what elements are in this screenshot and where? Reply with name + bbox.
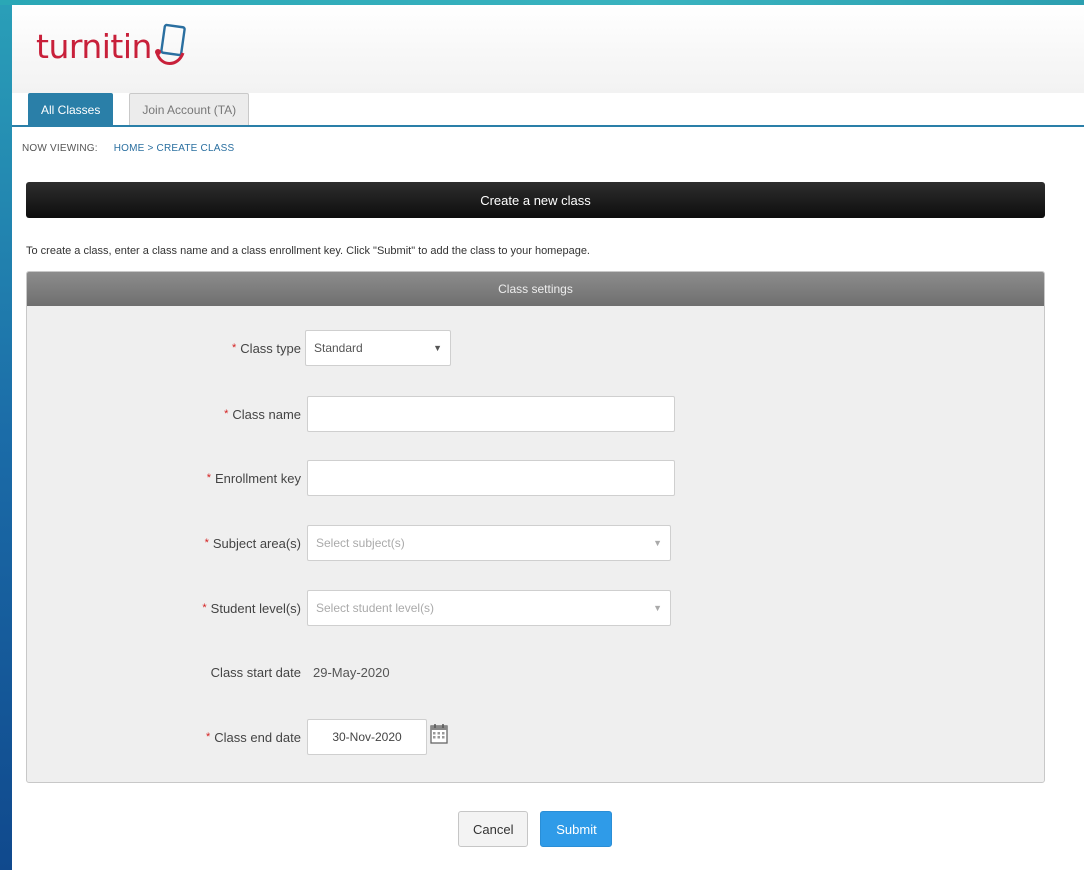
required-marker: * bbox=[224, 408, 229, 420]
calendar-icon[interactable] bbox=[430, 723, 448, 745]
student-levels-label-text: Student level(s) bbox=[210, 600, 301, 616]
student-levels-select[interactable]: Select student level(s) ▼ bbox=[307, 590, 671, 626]
subject-areas-select[interactable]: Select subject(s) ▼ bbox=[307, 525, 671, 561]
breadcrumb-prefix: NOW VIEWING: bbox=[22, 143, 98, 154]
logo-text: turnitin bbox=[36, 26, 152, 66]
enrollment-key-label: * Enrollment key bbox=[207, 460, 301, 496]
student-levels-label: * Student level(s) bbox=[202, 590, 301, 626]
required-marker: * bbox=[204, 537, 209, 549]
subject-areas-label: * Subject area(s) bbox=[205, 525, 301, 561]
required-marker: * bbox=[206, 472, 212, 484]
student-levels-row: * Student level(s) Select student level(… bbox=[27, 590, 1046, 626]
class-settings-panel: Class settings * Class type Standard ▼ *… bbox=[26, 271, 1045, 783]
end-date-label: * Class end date bbox=[206, 719, 301, 755]
subject-areas-label-text: Subject area(s) bbox=[212, 535, 301, 551]
tab-join-account-ta[interactable]: Join Account (TA) bbox=[129, 93, 250, 126]
page: turnitin All Classes Join Account (TA) N… bbox=[12, 5, 1084, 870]
class-name-row: * Class name bbox=[27, 396, 1046, 432]
class-type-select[interactable]: Standard ▼ bbox=[305, 330, 451, 366]
page-title-bar: Create a new class bbox=[26, 182, 1045, 218]
class-name-label-text: Class name bbox=[232, 406, 301, 422]
cancel-button[interactable]: Cancel bbox=[458, 811, 529, 847]
subject-areas-row: * Subject area(s) Select subject(s) ▼ bbox=[27, 525, 1046, 561]
start-date-row: Class start date 29-May-2020 bbox=[27, 654, 1046, 690]
submit-button[interactable]: Submit bbox=[540, 811, 613, 847]
class-name-input[interactable] bbox=[307, 396, 675, 432]
enrollment-key-input[interactable] bbox=[307, 460, 675, 496]
breadcrumb: NOW VIEWING: HOME > CREATE CLASS bbox=[22, 143, 234, 154]
end-date-input[interactable]: 30-Nov-2020 bbox=[307, 719, 427, 755]
class-type-row: * Class type Standard ▼ bbox=[27, 330, 1046, 366]
required-marker: * bbox=[232, 342, 237, 354]
tab-bar: All Classes Join Account (TA) bbox=[28, 93, 265, 126]
turnitin-logo[interactable]: turnitin bbox=[36, 21, 188, 71]
class-type-value: Standard bbox=[314, 341, 363, 355]
student-levels-placeholder: Select student level(s) bbox=[316, 601, 435, 615]
required-marker: * bbox=[202, 602, 207, 614]
panel-title: Class settings bbox=[498, 282, 573, 296]
end-date-row: * Class end date 30-Nov-2020 bbox=[27, 719, 1046, 755]
enrollment-key-label-text: Enrollment key bbox=[215, 470, 301, 486]
panel-header: Class settings bbox=[27, 272, 1044, 306]
start-date-value: 29-May-2020 bbox=[313, 664, 390, 680]
tab-divider bbox=[12, 125, 1084, 127]
class-name-label: * Class name bbox=[224, 396, 301, 432]
class-type-label: * Class type bbox=[232, 330, 301, 366]
logo-mark-icon bbox=[154, 23, 186, 65]
tab-all-classes[interactable]: All Classes bbox=[28, 93, 114, 126]
enrollment-key-row: * Enrollment key bbox=[27, 460, 1046, 496]
chevron-down-icon: ▼ bbox=[433, 343, 442, 353]
page-title: Create a new class bbox=[480, 192, 591, 208]
header: turnitin bbox=[12, 5, 1084, 93]
form-actions: Cancel Submit bbox=[458, 811, 613, 847]
chevron-down-icon: ▼ bbox=[653, 603, 662, 613]
end-date-label-text: Class end date bbox=[214, 729, 301, 745]
required-marker: * bbox=[205, 731, 211, 743]
start-date-label: Class start date bbox=[210, 664, 301, 680]
class-type-label-text: Class type bbox=[240, 340, 301, 356]
breadcrumb-path[interactable]: HOME > CREATE CLASS bbox=[114, 143, 235, 154]
subject-areas-placeholder: Select subject(s) bbox=[316, 536, 405, 550]
chevron-down-icon: ▼ bbox=[653, 538, 662, 548]
left-edge-strip bbox=[0, 0, 12, 870]
instructions-text: To create a class, enter a class name an… bbox=[26, 245, 590, 257]
